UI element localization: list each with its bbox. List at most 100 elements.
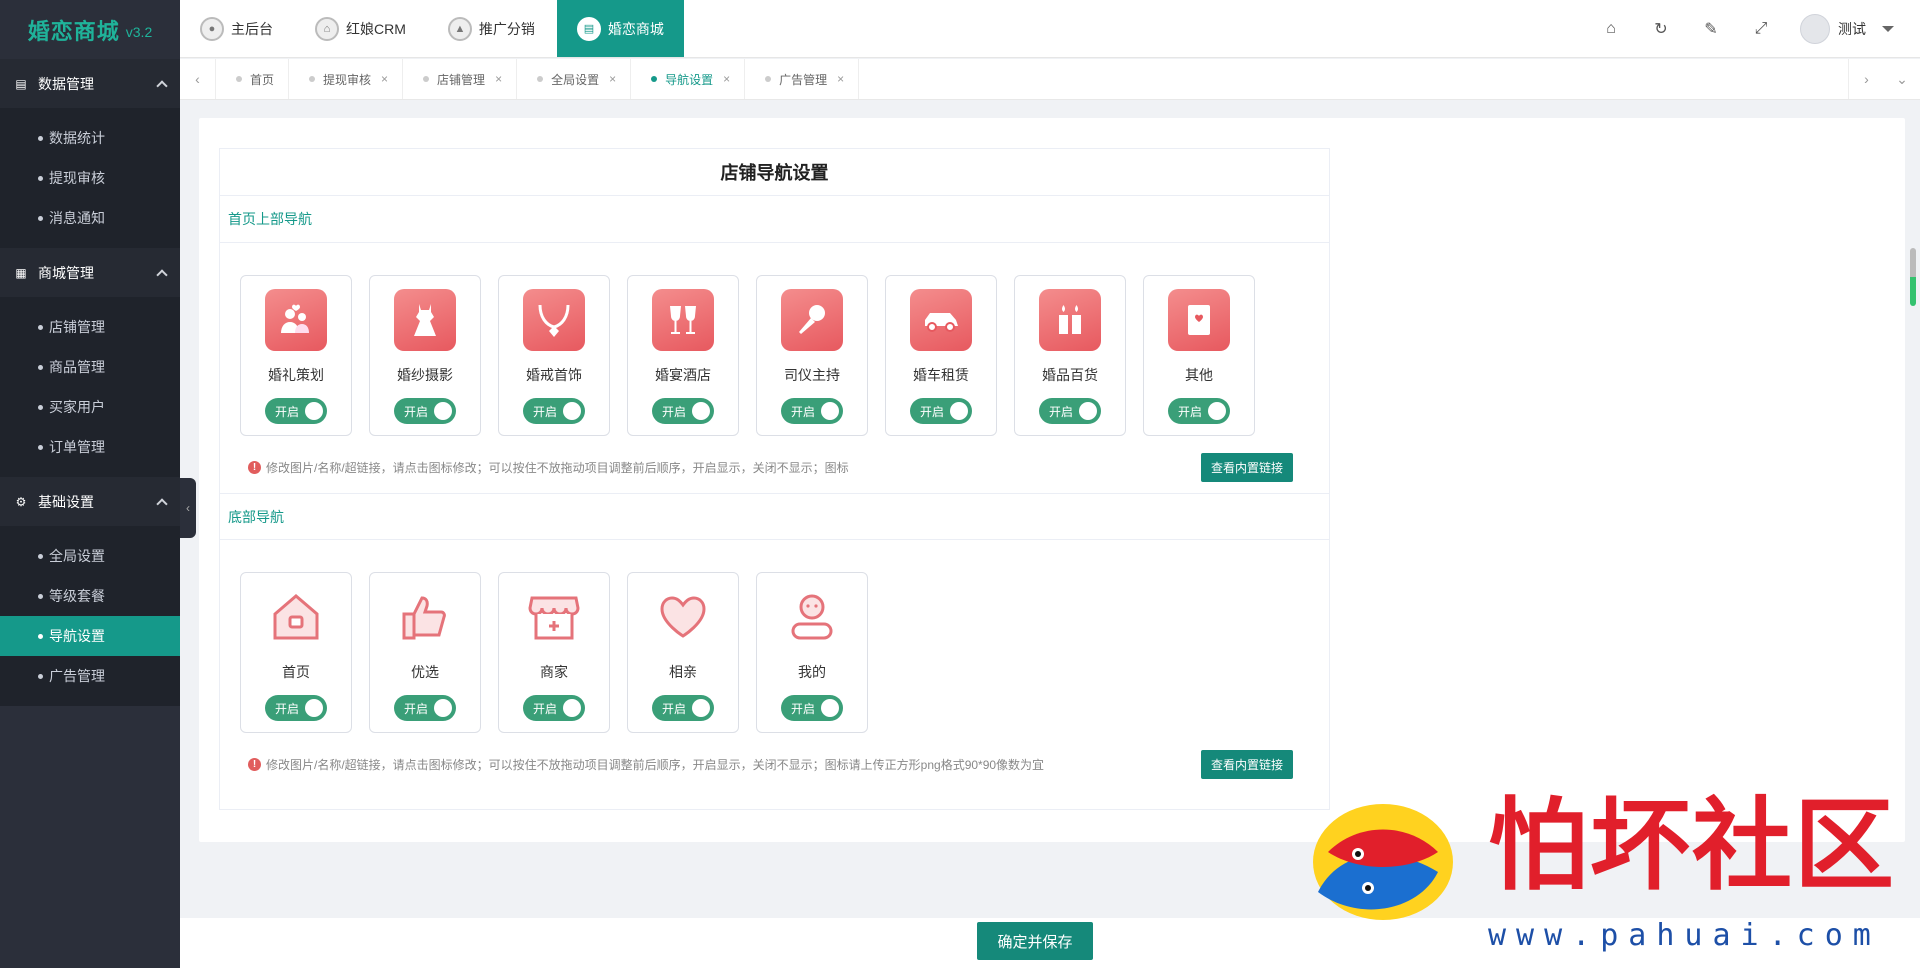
nav-card-label: 婚车租赁	[913, 367, 969, 383]
top-tab-label: 红娘CRM	[346, 20, 406, 37]
toggle-label: 开启	[920, 404, 945, 419]
nav-card-mc-host[interactable]: 司仪主持 开启	[756, 275, 868, 436]
enable-toggle[interactable]: 开启	[265, 398, 327, 424]
chevron-right-icon: ›	[1864, 71, 1869, 87]
nav-card-featured[interactable]: 优选 开启	[369, 572, 481, 733]
top-tab-label: 主后台	[231, 20, 273, 37]
nav-card-dating[interactable]: 相亲 开启	[627, 572, 739, 733]
sidebar-group-basic-settings[interactable]: ⚙ 基础设置	[0, 477, 180, 526]
bullet-icon	[38, 404, 43, 410]
nav-card-home[interactable]: 首页 开启	[240, 572, 352, 733]
enable-toggle[interactable]: 开启	[394, 695, 456, 721]
sidebar-item-store-management[interactable]: 店铺管理	[0, 307, 180, 347]
top-nav-items: 婚礼策划 开启 婚纱摄影 开启 婚戒首饰 开启 婚宴酒店 开启 司仪主持 开启 …	[220, 243, 1329, 441]
clear-cache-icon[interactable]: ✎	[1686, 19, 1736, 39]
nav-card-other[interactable]: 其他 开启	[1143, 275, 1255, 436]
sidebar-item-global-settings[interactable]: 全局设置	[0, 536, 180, 576]
sidebar-item-nav-settings[interactable]: 导航设置	[0, 616, 180, 656]
bullet-icon	[38, 444, 43, 450]
sidebar-item-ad-management[interactable]: 广告管理	[0, 656, 180, 696]
enable-toggle[interactable]: 开启	[1168, 398, 1230, 424]
sidebar-item-label: 广告管理	[49, 668, 105, 684]
close-icon[interactable]: ×	[495, 72, 502, 86]
enable-toggle[interactable]: 开启	[910, 398, 972, 424]
close-icon[interactable]: ×	[837, 72, 844, 86]
enable-toggle[interactable]: 开启	[523, 695, 585, 721]
toggle-knob	[305, 402, 323, 420]
hint-text: 修改图片/名称/超链接，请点击图标修改；可以按住不放拖动项目调整前后顺序，开启显…	[266, 757, 1045, 772]
page-tab-global-settings[interactable]: 全局设置 ×	[517, 59, 632, 99]
page-tab-ad-management[interactable]: 广告管理 ×	[745, 59, 860, 99]
page-tab-home[interactable]: 首页	[216, 59, 290, 99]
sidebar-item-product-management[interactable]: 商品管理	[0, 347, 180, 387]
sidebar-collapse-button[interactable]: ‹	[180, 478, 196, 538]
sidebar-group-data[interactable]: ▤ 数据管理	[0, 59, 180, 108]
close-icon[interactable]: ×	[609, 72, 616, 86]
enable-toggle[interactable]: 开启	[1039, 398, 1101, 424]
save-button[interactable]: 确定并保存	[977, 922, 1093, 960]
nav-card-wedding-planning[interactable]: 婚礼策划 开启	[240, 275, 352, 436]
enable-toggle[interactable]: 开启	[265, 695, 327, 721]
nav-card-label: 婚纱摄影	[397, 367, 453, 383]
enable-toggle[interactable]: 开启	[394, 398, 456, 424]
bottom-nav-items: 首页 开启 优选 开启 商家 开启 相亲 开启 我的 开启	[220, 540, 1329, 738]
caret-down-icon	[1882, 25, 1894, 32]
user-menu[interactable]: 测试	[1800, 13, 1894, 44]
toggle-knob	[1208, 402, 1226, 420]
scrollbar[interactable]	[1910, 248, 1916, 306]
nav-card-merchants[interactable]: 商家 开启	[498, 572, 610, 733]
nav-card-wedding-goods[interactable]: 婚品百货 开启	[1014, 275, 1126, 436]
shop-icon	[523, 586, 585, 648]
toggle-knob	[305, 699, 323, 717]
page-tab-nav-settings[interactable]: 导航设置 ×	[631, 59, 746, 99]
nav-card-car-rental[interactable]: 婚车租赁 开启	[885, 275, 997, 436]
view-builtin-links-button[interactable]: 查看内置链接	[1201, 750, 1293, 779]
nav-card-rings-jewelry[interactable]: 婚戒首饰 开启	[498, 275, 610, 436]
page-tab-label: 首页	[250, 72, 275, 87]
sidebar-item-withdraw-review[interactable]: 提现审核	[0, 158, 180, 198]
enable-toggle[interactable]: 开启	[523, 398, 585, 424]
sidebar-group-label: 基础设置	[38, 493, 94, 510]
clipboard-icon: ▤	[15, 76, 27, 91]
fullscreen-icon[interactable]: ⤢	[1736, 20, 1786, 38]
tab-distribution[interactable]: ▲ 推广分销	[428, 0, 557, 57]
sidebar-item-buyers[interactable]: 买家用户	[0, 387, 180, 427]
enable-toggle[interactable]: 开启	[652, 695, 714, 721]
nav-card-banquet-hotel[interactable]: 婚宴酒店 开启	[627, 275, 739, 436]
user-icon: ●	[200, 16, 224, 41]
nav-card-label: 其他	[1185, 367, 1213, 383]
tabs-scroll-left[interactable]: ‹	[180, 59, 216, 99]
toggle-knob	[563, 402, 581, 420]
tab-main-admin[interactable]: ● 主后台	[180, 0, 295, 57]
store-icon: ▤	[576, 16, 601, 41]
view-builtin-links-button[interactable]: 查看内置链接	[1201, 453, 1293, 482]
top-nav-hint: ! 修改图片/名称/超链接，请点击图标修改；可以按住不放拖动项目调整前后顺序，开…	[220, 441, 1329, 493]
tab-wedding-mall[interactable]: ▤ 婚恋商城	[556, 0, 684, 57]
toggle-knob	[950, 402, 968, 420]
page-tab-label: 店铺管理	[437, 72, 486, 87]
close-icon[interactable]: ×	[381, 72, 388, 86]
tabs-scroll-right[interactable]: ›	[1848, 59, 1884, 99]
enable-toggle[interactable]: 开启	[781, 695, 843, 721]
sidebar-item-data-stats[interactable]: 数据统计	[0, 118, 180, 158]
page-tab-store-management[interactable]: 店铺管理 ×	[403, 59, 518, 99]
sidebar-group-mall[interactable]: ▦ 商城管理	[0, 248, 180, 297]
toggle-knob	[821, 699, 839, 717]
close-icon[interactable]: ×	[723, 72, 730, 86]
nav-card-mine[interactable]: 我的 开启	[756, 572, 868, 733]
toggle-label: 开启	[1049, 404, 1074, 419]
book-icon	[1168, 289, 1230, 351]
sidebar-item-orders[interactable]: 订单管理	[0, 427, 180, 467]
sidebar-item-notifications[interactable]: 消息通知	[0, 198, 180, 238]
enable-toggle[interactable]: 开启	[781, 398, 843, 424]
nav-card-wedding-photography[interactable]: 婚纱摄影 开启	[369, 275, 481, 436]
tab-matchmaker-crm[interactable]: ⌂ 红娘CRM	[295, 0, 428, 57]
page-tab-withdraw-review[interactable]: 提现审核 ×	[289, 59, 404, 99]
bottom-nav-hint: ! 修改图片/名称/超链接，请点击图标修改；可以按住不放拖动项目调整前后顺序，开…	[220, 738, 1329, 790]
home-icon: ⌂	[315, 16, 339, 41]
sidebar-item-level-plans[interactable]: 等级套餐	[0, 576, 180, 616]
enable-toggle[interactable]: 开启	[652, 398, 714, 424]
home-icon[interactable]: ⌂	[1586, 20, 1636, 38]
tabs-menu[interactable]: ⌄	[1884, 59, 1920, 99]
refresh-icon[interactable]: ↻	[1636, 19, 1686, 39]
